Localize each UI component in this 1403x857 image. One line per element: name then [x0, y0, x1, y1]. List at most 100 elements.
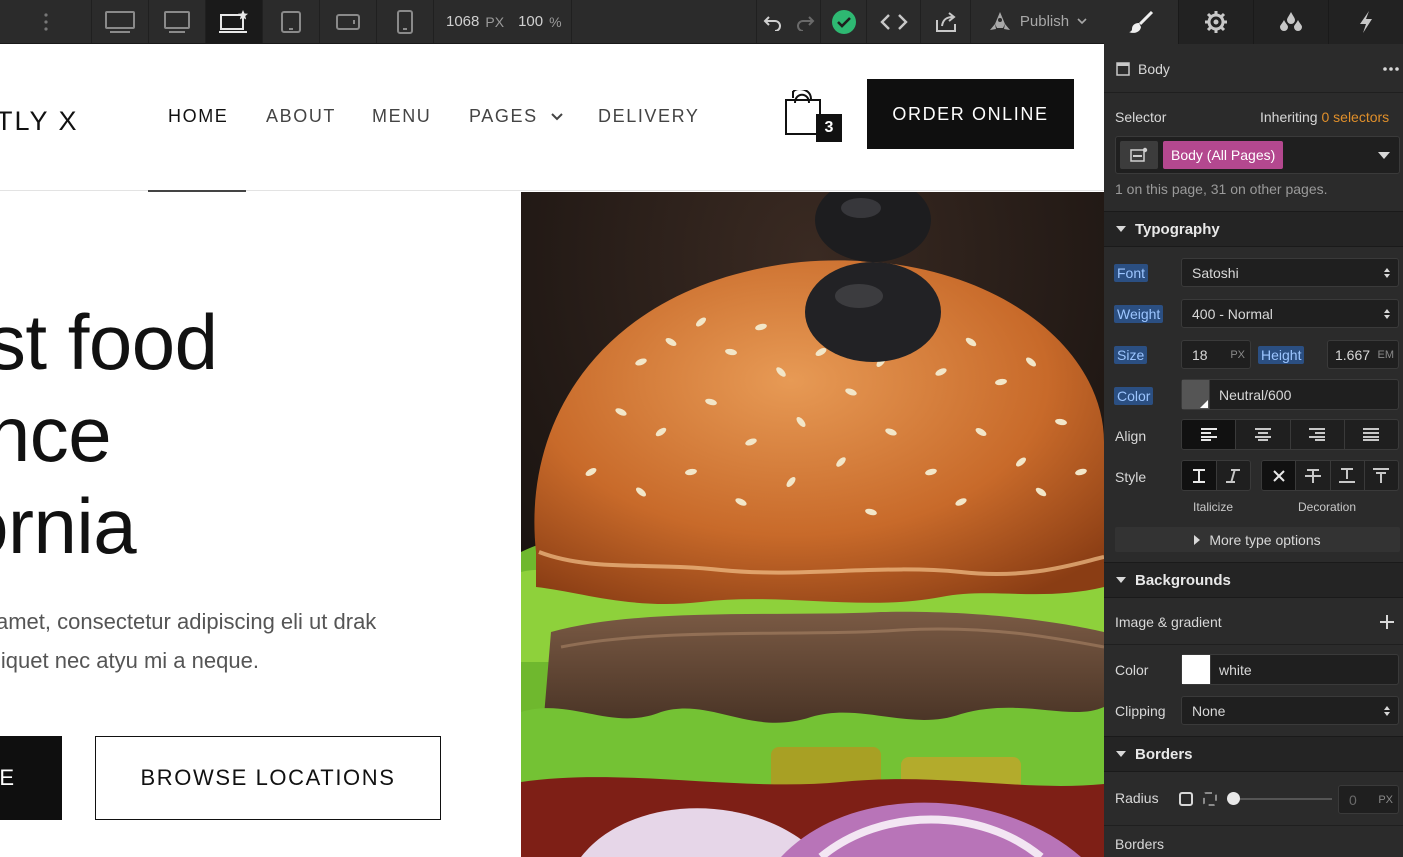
overline-button[interactable]: [1365, 461, 1398, 490]
site-navbar: TLY X HOME ABOUT MENU PAGES DELIVERY 3 O…: [0, 44, 1104, 192]
publish-button[interactable]: Publish: [971, 0, 1104, 43]
background-color-field[interactable]: white: [1181, 654, 1399, 685]
element-name: Body: [1138, 61, 1170, 77]
chevron-down-icon: [1077, 17, 1087, 24]
undo-button[interactable]: [757, 0, 789, 43]
font-label[interactable]: Font: [1114, 264, 1149, 282]
tab-style[interactable]: [1104, 0, 1179, 44]
tab-interactions[interactable]: [1329, 0, 1403, 44]
breakpoint-base-button[interactable]: [206, 0, 263, 43]
breakpoint-mobile-landscape-button[interactable]: [320, 0, 377, 43]
selector-field[interactable]: Body (All Pages): [1115, 136, 1400, 174]
italic-style-button[interactable]: [1217, 461, 1251, 490]
radius-input[interactable]: 0 PX: [1338, 785, 1399, 814]
canvas-zoom-value[interactable]: 100: [518, 13, 543, 30]
align-center-button[interactable]: [1236, 420, 1291, 449]
breakpoint-large-desktop-button[interactable]: [92, 0, 149, 43]
toolbar-spacer: [572, 0, 757, 43]
breakpoint-tablet-button[interactable]: [263, 0, 320, 43]
more-type-options-button[interactable]: More type options: [1115, 527, 1400, 552]
nav-link-delivery[interactable]: DELIVERY: [598, 106, 700, 127]
borders-label: Borders: [1115, 836, 1165, 852]
breakpoint-mobile-portrait-button[interactable]: [377, 0, 434, 43]
add-icon[interactable]: [1380, 615, 1394, 629]
hero-primary-button[interactable]: E: [0, 736, 62, 820]
color-label[interactable]: Color: [1114, 387, 1154, 405]
align-left-icon: [1200, 428, 1217, 441]
design-canvas[interactable]: TLY X HOME ABOUT MENU PAGES DELIVERY 3 O…: [0, 44, 1104, 857]
align-label: Align: [1115, 428, 1147, 444]
hero-paragraph[interactable]: amet, consectetur adipiscing eli ut drak…: [0, 602, 496, 680]
radius-slider-track[interactable]: [1232, 798, 1332, 800]
caret-down-icon[interactable]: [1378, 152, 1390, 160]
borders-section-header[interactable]: Borders: [1104, 736, 1403, 772]
underline-button[interactable]: [1331, 461, 1365, 490]
more-menu-button[interactable]: [0, 0, 92, 43]
size-input[interactable]: 18 PX: [1181, 340, 1251, 369]
cart-button[interactable]: 3: [784, 88, 844, 142]
upright-style-button[interactable]: [1182, 461, 1217, 490]
hero-heading[interactable]: est food ence fornia: [0, 296, 218, 572]
page-selector-icon: [1130, 147, 1148, 162]
weight-select[interactable]: 400 - Normal: [1181, 299, 1399, 328]
text-color-field[interactable]: Neutral/600: [1181, 379, 1399, 410]
height-label[interactable]: Height: [1258, 346, 1305, 364]
tablet-icon: [281, 10, 301, 33]
inheriting-text[interactable]: Inheriting 0 selectors: [1260, 109, 1389, 125]
inheriting-prefix: Inheriting: [1260, 109, 1318, 125]
underline-icon: [1339, 468, 1356, 483]
tab-style-manager[interactable]: [1254, 0, 1329, 44]
size-unit[interactable]: PX: [1230, 349, 1245, 361]
decoration-none-button[interactable]: [1262, 461, 1297, 490]
selector-type-button[interactable]: [1120, 141, 1158, 169]
burger-hero-image[interactable]: [521, 192, 1104, 857]
borders-title: Borders: [1135, 745, 1193, 763]
typography-section-header[interactable]: Typography: [1104, 211, 1403, 247]
align-justify-button[interactable]: [1345, 420, 1398, 449]
redo-button[interactable]: [789, 0, 821, 43]
align-right-button[interactable]: [1291, 420, 1345, 449]
nav-link-menu[interactable]: MENU: [372, 106, 431, 127]
collapse-triangle-icon: [1116, 577, 1126, 583]
browse-locations-button[interactable]: BROWSE LOCATIONS: [95, 736, 441, 820]
radius-slider-handle[interactable]: [1227, 792, 1240, 805]
selector-chip[interactable]: Body (All Pages): [1163, 141, 1284, 169]
nav-link-pages-label: PAGES: [469, 106, 538, 126]
code-export-button[interactable]: [867, 0, 921, 43]
canvas-width-value[interactable]: 1068: [446, 13, 479, 30]
share-button[interactable]: [921, 0, 971, 43]
tab-settings[interactable]: [1179, 0, 1254, 44]
site-logo[interactable]: TLY X: [0, 106, 79, 137]
breakpoint-desktop-button[interactable]: [149, 0, 206, 43]
paintbrush-icon: [1129, 10, 1154, 33]
background-color-value: white: [1219, 661, 1252, 678]
backgrounds-section-header[interactable]: Backgrounds: [1104, 562, 1403, 598]
line-height-input[interactable]: 1.667 EM: [1327, 340, 1399, 369]
size-label[interactable]: Size: [1114, 346, 1148, 364]
strikethrough-button[interactable]: [1296, 461, 1331, 490]
select-arrows-icon: [1384, 309, 1390, 319]
nav-link-about[interactable]: ABOUT: [266, 106, 336, 127]
nav-link-home[interactable]: HOME: [168, 106, 228, 127]
site-status-button[interactable]: [821, 0, 867, 43]
clipping-select[interactable]: None: [1181, 696, 1399, 725]
italic-icon: [1226, 468, 1241, 483]
burger-photo: [521, 192, 1104, 857]
align-justify-icon: [1363, 428, 1380, 441]
radius-all-corners-icon[interactable]: [1179, 792, 1193, 806]
line-height-unit[interactable]: EM: [1378, 349, 1395, 361]
font-select[interactable]: Satoshi: [1181, 258, 1399, 287]
align-left-button[interactable]: [1182, 420, 1237, 449]
more-horizontal-icon[interactable]: [1383, 67, 1399, 71]
select-arrows-icon: [1384, 268, 1390, 278]
overline-icon: [1373, 468, 1390, 483]
color-swatch[interactable]: [1182, 655, 1211, 684]
weight-label[interactable]: Weight: [1114, 305, 1164, 323]
radius-unit[interactable]: PX: [1378, 794, 1393, 806]
order-online-button[interactable]: ORDER ONLINE: [867, 79, 1074, 149]
vertical-dots-icon: [43, 12, 48, 31]
radius-individual-corners-icon[interactable]: [1203, 792, 1217, 806]
color-swatch[interactable]: [1182, 380, 1210, 409]
nav-link-pages[interactable]: PAGES: [469, 106, 564, 127]
collapse-triangle-icon: [1116, 751, 1126, 757]
